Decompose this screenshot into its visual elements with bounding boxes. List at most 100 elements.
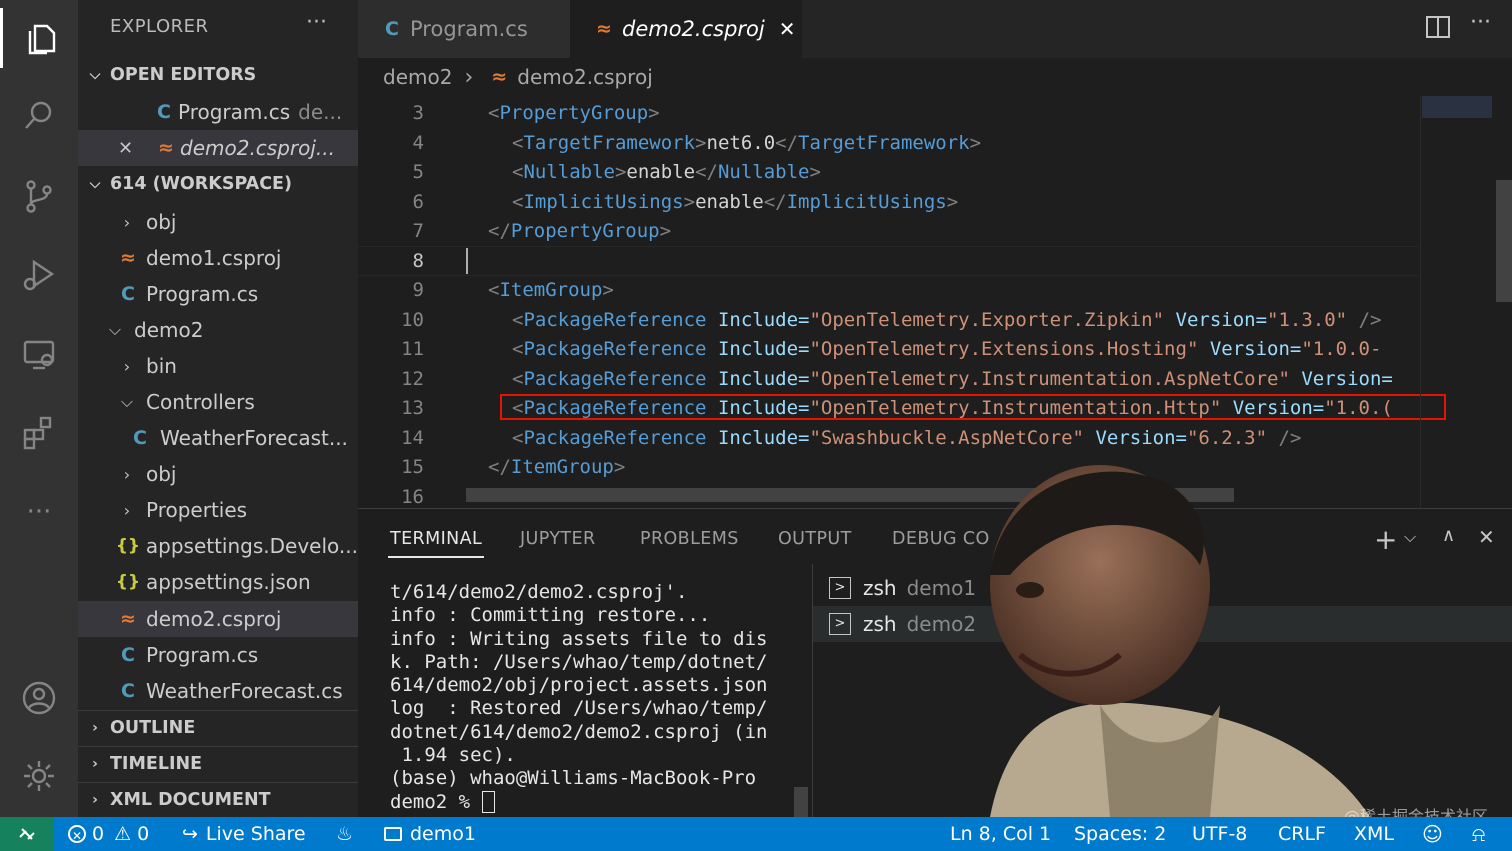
settings-gear-icon[interactable]	[0, 746, 78, 806]
source-control-icon[interactable]	[0, 166, 78, 226]
explorer-icon[interactable]	[0, 8, 78, 68]
problems-indicator[interactable]: ✕ 0 ⚠ 0	[68, 817, 149, 851]
close-panel-icon[interactable]: ✕	[1478, 525, 1495, 549]
open-editor-program-cs[interactable]: C Program.cs de...	[78, 94, 358, 130]
line-number: 8	[412, 250, 424, 272]
breadcrumb-file[interactable]: demo2.csproj	[517, 65, 653, 89]
search-icon[interactable]	[0, 86, 78, 146]
terminal-output[interactable]: t/614/demo2/demo2.csproj'. info : Committ…	[390, 581, 768, 814]
folder-indicator[interactable]: demo1	[384, 817, 476, 851]
flame-icon[interactable]: ♨	[336, 817, 353, 851]
code-line: <PackageReference Include="OpenTelemetry…	[512, 338, 1382, 360]
tab-jupyter[interactable]: JUPYTER	[520, 529, 596, 549]
tab-demo2-csproj[interactable]: ≈ demo2.csproj ✕	[570, 0, 802, 58]
close-icon[interactable]: ✕	[118, 138, 152, 159]
code-line: <ImplicitUsings>enable</ImplicitUsings>	[512, 191, 959, 213]
tree-file-demo2-csproj[interactable]: ≈ demo2.csproj	[78, 601, 358, 637]
rss-file-icon: ≈	[120, 247, 136, 269]
explorer-sidebar: EXPLORER ··· ⌵ OPEN EDITORS C Program.cs…	[78, 0, 358, 817]
warning-icon: ⚠	[114, 823, 132, 845]
tree-file-program-cs-demo2[interactable]: C Program.cs	[78, 637, 358, 673]
tree-file-program-cs[interactable]: C Program.cs	[78, 276, 358, 312]
remote-indicator-icon[interactable]	[0, 817, 54, 851]
tree-folder-demo2[interactable]: ⌵ demo2	[78, 312, 358, 348]
outline-header[interactable]: › OUTLINE	[78, 710, 358, 745]
terminal-icon: >	[829, 577, 851, 599]
xml-document-header[interactable]: › XML DOCUMENT	[78, 782, 358, 817]
chevron-right-icon: ›	[123, 500, 131, 520]
maximize-panel-icon[interactable]: ∧	[1442, 525, 1455, 546]
line-number: 7	[412, 220, 424, 242]
explorer-more-button[interactable]: ···	[306, 10, 327, 35]
chevron-right-icon: ›	[92, 792, 98, 808]
tab-terminal[interactable]: TERMINAL	[390, 529, 482, 549]
highlight-box	[500, 394, 1446, 420]
tab-problems[interactable]: PROBLEMS	[640, 529, 739, 549]
csharp-file-icon: C	[121, 644, 135, 666]
tree-folder-obj[interactable]: › obj	[78, 204, 358, 240]
code-line: </PropertyGroup>	[488, 220, 672, 242]
close-icon[interactable]: ✕	[779, 17, 796, 41]
line-number: 16	[401, 486, 424, 508]
feedback-icon[interactable]: ☺	[1422, 817, 1443, 851]
tree-folder-bin[interactable]: › bin	[78, 348, 358, 384]
open-editor-demo2-csproj[interactable]: ✕ ≈ demo2.csproj...	[78, 130, 358, 166]
live-share-button[interactable]: ↪ Live Share	[182, 817, 306, 851]
terminal-icon: >	[829, 613, 851, 635]
accounts-icon[interactable]	[0, 668, 78, 728]
tree-folder-obj-demo2[interactable]: › obj	[78, 456, 358, 492]
tree-file-demo1-csproj[interactable]: ≈ demo1.csproj	[78, 240, 358, 276]
rss-file-icon: ≈	[596, 18, 612, 40]
run-debug-icon[interactable]	[0, 244, 78, 304]
tree-folder-properties[interactable]: › Properties	[78, 492, 358, 528]
timeline-header[interactable]: › TIMELINE	[78, 746, 358, 781]
rss-file-icon: ≈	[120, 608, 136, 630]
vertical-scrollbar[interactable]	[1496, 180, 1512, 302]
workspace-header[interactable]: ⌵ 614 (WORKSPACE)	[78, 167, 358, 201]
explorer-title: EXPLORER	[110, 16, 209, 37]
remote-explorer-icon[interactable]	[0, 324, 78, 384]
tree-file-weatherforecast-cs[interactable]: C WeatherForecast.cs	[78, 673, 358, 709]
code-line: <PackageReference Include="OpenTelemetry…	[512, 368, 1393, 390]
line-endings[interactable]: CRLF	[1278, 817, 1326, 851]
breadcrumb-folder[interactable]: demo2	[383, 65, 452, 89]
extensions-icon[interactable]	[0, 402, 78, 462]
code-line: <Nullable>enable</Nullable>	[512, 161, 821, 183]
line-number: 6	[412, 191, 424, 213]
code-line: </ItemGroup>	[488, 456, 626, 478]
line-number: 4	[412, 132, 424, 154]
editor-more-actions-icon[interactable]: ···	[1470, 10, 1491, 35]
tab-output[interactable]: OUTPUT	[778, 529, 852, 549]
active-tab-underline	[388, 556, 484, 558]
new-terminal-icon[interactable]: +	[1374, 523, 1397, 556]
code-editor[interactable]: 3 4 5 6 7 8 9 10 11 12 13 14 15 16 <Prop…	[358, 96, 1512, 508]
language-mode[interactable]: XML	[1354, 817, 1394, 851]
chevron-down-icon: ⌵	[120, 392, 134, 411]
terminal-scrollbar[interactable]	[794, 787, 808, 817]
open-editors-header[interactable]: ⌵ OPEN EDITORS	[78, 58, 358, 92]
indentation[interactable]: Spaces: 2	[1074, 817, 1166, 851]
cursor-position[interactable]: Ln 8, Col 1	[950, 817, 1051, 851]
minimap-divider	[1420, 96, 1421, 508]
minimap[interactable]	[1422, 96, 1492, 118]
chevron-right-icon: ›	[92, 756, 98, 772]
chevron-right-icon: ›	[92, 720, 98, 736]
tab-program-cs[interactable]: C Program.cs	[358, 0, 570, 58]
line-number: 12	[401, 368, 424, 390]
tree-folder-controllers[interactable]: ⌵ Controllers	[78, 384, 358, 420]
notifications-bell-icon[interactable]: ⍾	[1472, 817, 1485, 851]
code-line: <TargetFramework>net6.0</TargetFramework…	[512, 132, 982, 154]
line-number: 10	[401, 309, 424, 331]
tree-file-weatherforecast-controller[interactable]: C WeatherForecast...	[78, 420, 358, 456]
json-file-icon: {}	[115, 536, 141, 556]
line-number: 5	[412, 161, 424, 183]
more-icon[interactable]: ···	[0, 482, 78, 542]
chevron-down-icon: ⌵	[108, 320, 122, 339]
rss-file-icon: ≈	[491, 66, 508, 88]
chevron-down-icon[interactable]: ⌵	[1404, 527, 1416, 547]
current-line-highlight	[358, 246, 1418, 276]
split-editor-icon[interactable]	[1426, 16, 1450, 38]
tree-file-appsettings-development[interactable]: {} appsettings.Develo...	[78, 528, 358, 564]
tree-file-appsettings-json[interactable]: {} appsettings.json	[78, 564, 358, 600]
encoding[interactable]: UTF-8	[1192, 817, 1247, 851]
